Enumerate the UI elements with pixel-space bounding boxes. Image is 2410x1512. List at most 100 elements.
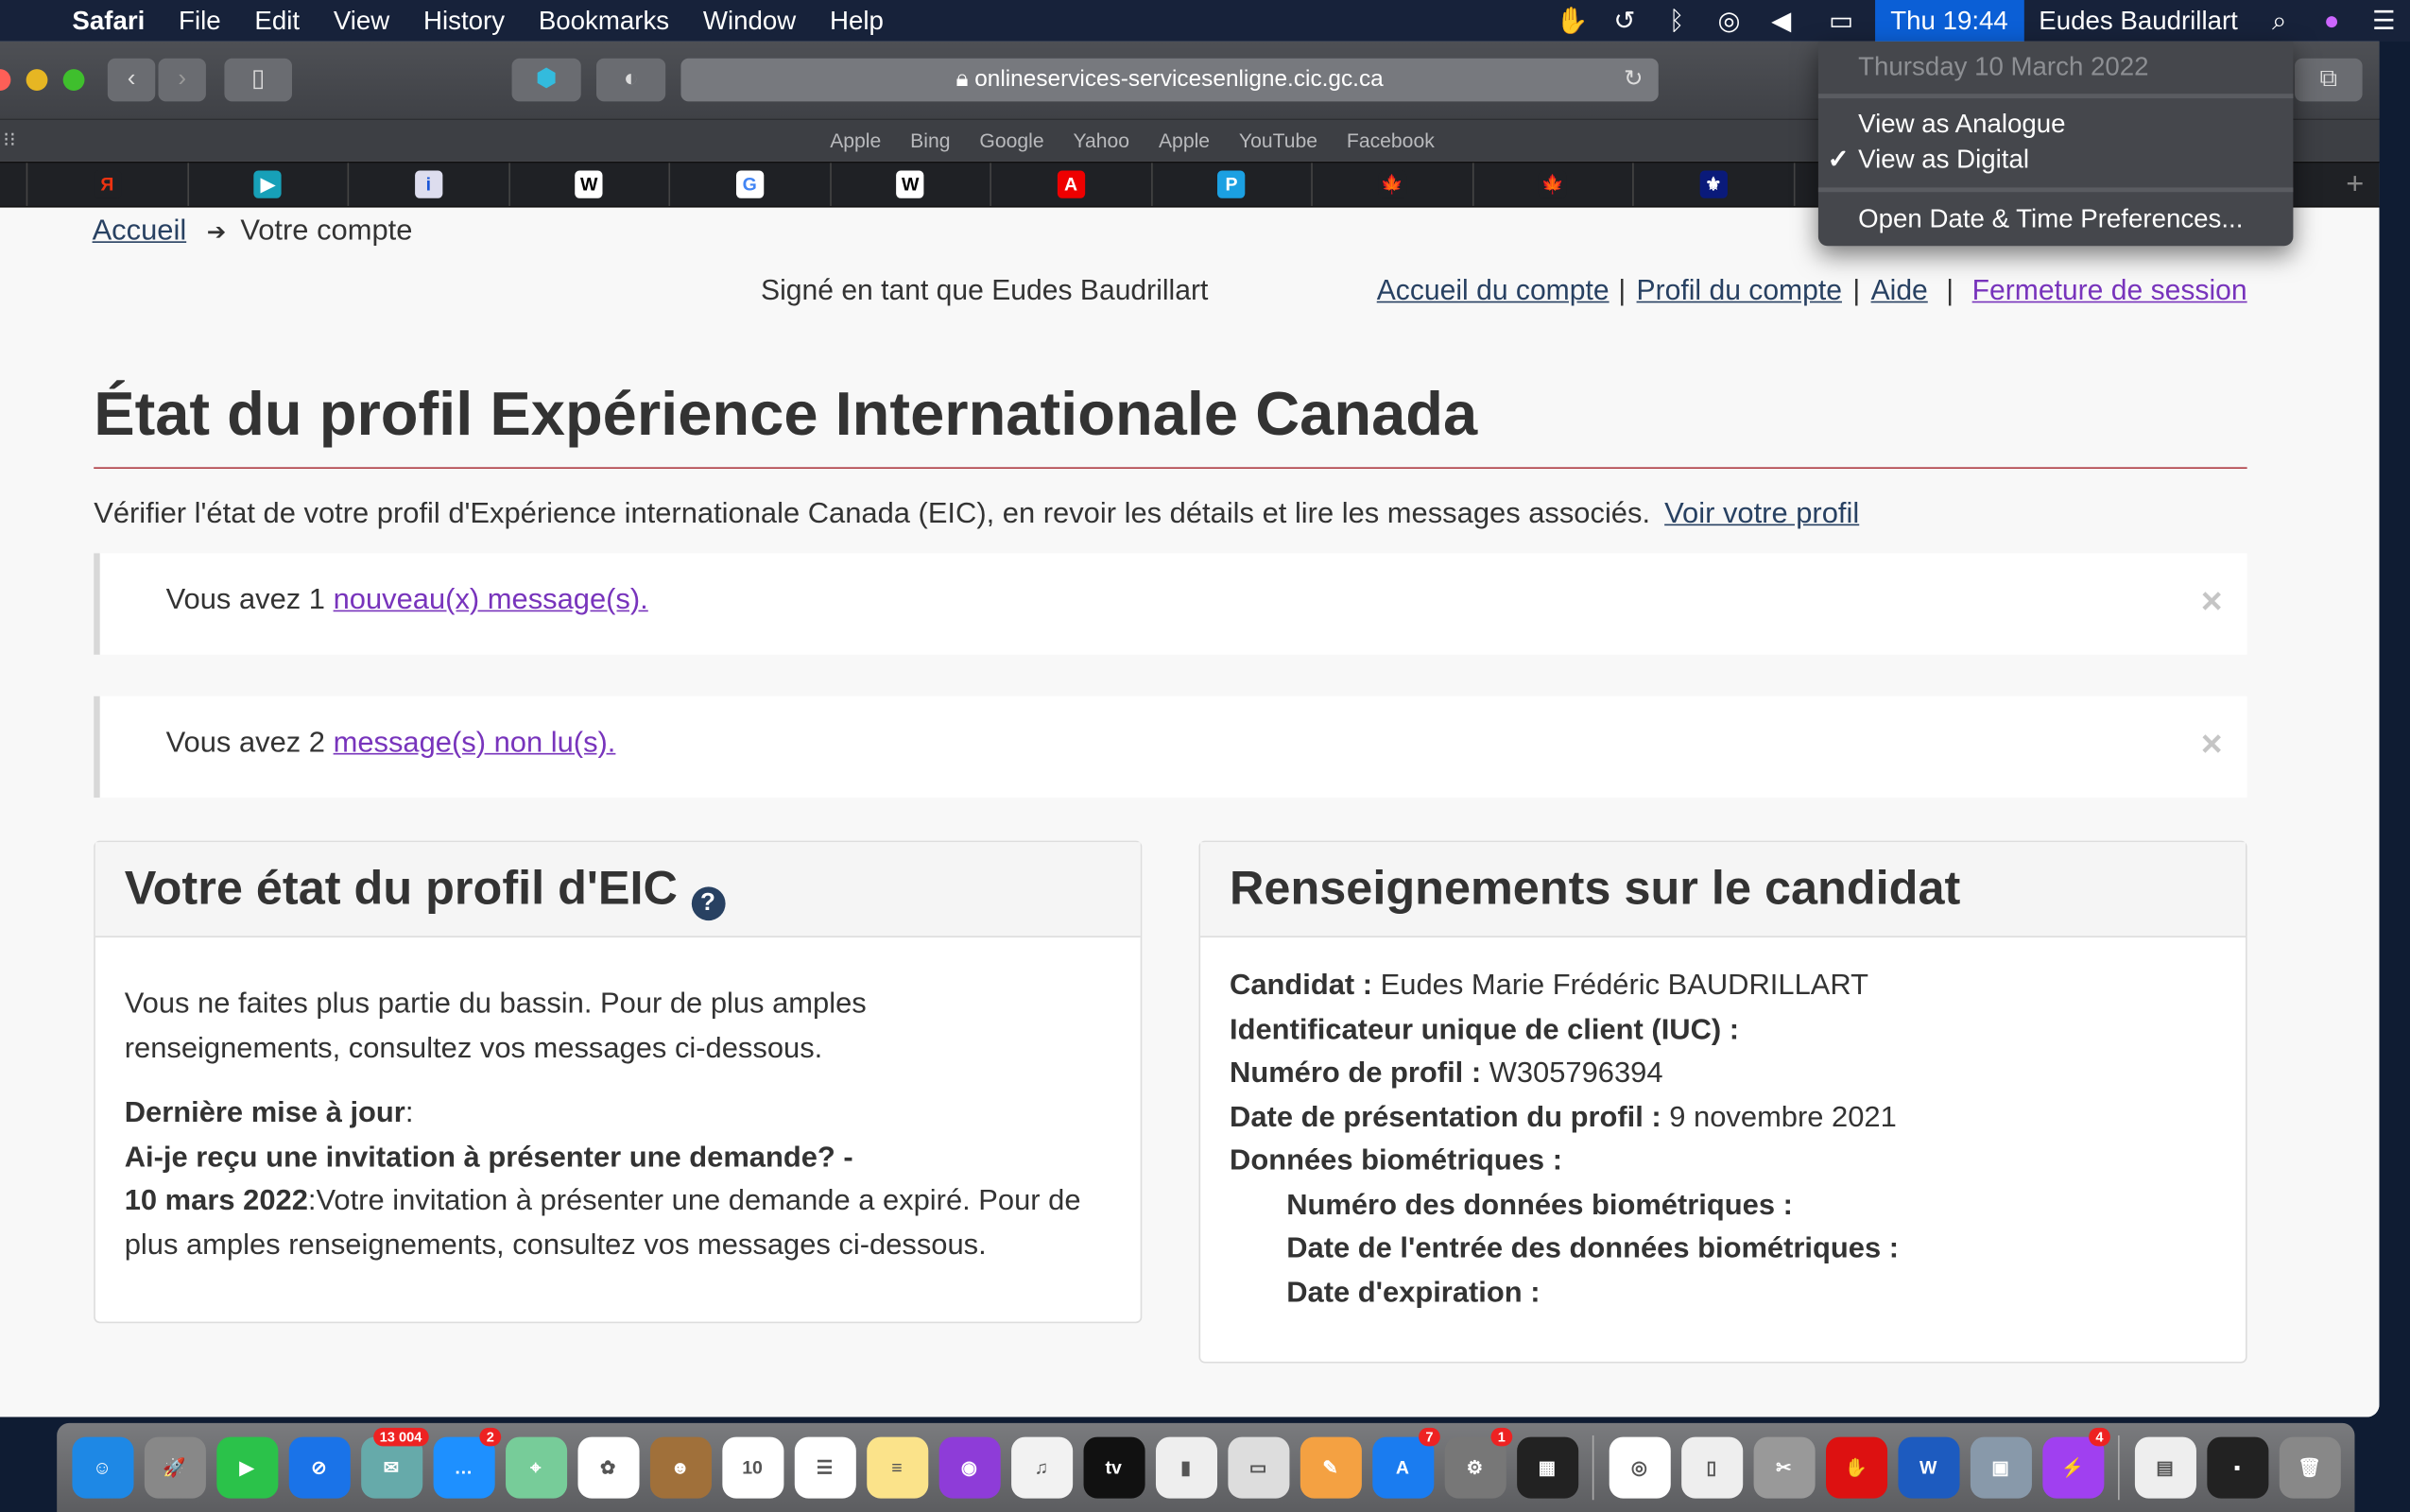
- dock-facetime-icon[interactable]: ▶: [215, 1436, 278, 1499]
- dock-word-icon[interactable]: W: [1897, 1436, 1959, 1499]
- tab[interactable]: 🍁: [1313, 163, 1473, 206]
- favorite-link[interactable]: Apple: [1159, 129, 1210, 152]
- favicon-icon: P: [1217, 170, 1246, 198]
- menu-help[interactable]: Help: [813, 6, 901, 37]
- forward-button[interactable]: ›: [158, 58, 206, 102]
- sidebar-icon[interactable]: ▯: [224, 58, 292, 102]
- back-button[interactable]: ‹: [107, 58, 156, 102]
- favorite-link[interactable]: Apple: [830, 129, 881, 152]
- url-text: onlineservices-servicesenligne.cic.gc.ca: [974, 65, 1384, 93]
- tab[interactable]: A: [991, 163, 1152, 206]
- dock-glyph: ⚙: [1466, 1456, 1484, 1479]
- grid-icon[interactable]: ⁝⁝: [3, 128, 15, 152]
- menu-window[interactable]: Window: [686, 6, 813, 37]
- menu-item-view-digital[interactable]: View as Digital: [1858, 145, 2029, 176]
- menu-edit[interactable]: Edit: [238, 6, 317, 37]
- dock-chrome-icon[interactable]: ◎: [1608, 1436, 1670, 1499]
- dock-app-store-icon[interactable]: A7: [1371, 1427, 1440, 1499]
- favorite-link[interactable]: Google: [979, 129, 1043, 152]
- menu-bookmarks[interactable]: Bookmarks: [522, 6, 686, 37]
- siri-icon[interactable]: ●: [2305, 6, 2357, 37]
- tab[interactable]: ⚜: [1634, 163, 1795, 206]
- dock-adblock-icon[interactable]: ✋: [1825, 1436, 1887, 1499]
- dock-system-preferences-icon[interactable]: ⚙ 1: [1443, 1427, 1512, 1499]
- dock-contacts-icon[interactable]: ☻: [649, 1436, 712, 1499]
- dock-finder-icon[interactable]: ☺: [71, 1436, 133, 1499]
- battery-icon[interactable]: ▭: [1807, 6, 1875, 37]
- tab[interactable]: G: [670, 163, 832, 206]
- dock-document-icon[interactable]: ▤: [2134, 1436, 2196, 1499]
- menu-history[interactable]: History: [406, 6, 522, 37]
- favorite-link[interactable]: YouTube: [1239, 129, 1317, 152]
- notification-center-icon[interactable]: ☰: [2358, 6, 2410, 37]
- spotlight-search-icon[interactable]: ⌕: [2253, 6, 2305, 37]
- dock-tv-icon[interactable]: tv: [1082, 1436, 1145, 1499]
- close-icon[interactable]: ×: [2201, 581, 2223, 625]
- account-home-link[interactable]: Accueil du compte: [1377, 273, 1610, 307]
- bluetooth-icon[interactable]: ᛒ: [1651, 6, 1703, 37]
- favicon-icon: W: [575, 170, 603, 198]
- help-icon[interactable]: ?: [691, 886, 725, 921]
- dock-maps-icon[interactable]: ⌖: [505, 1436, 567, 1499]
- minimize-window-button[interactable]: [26, 69, 48, 91]
- dock-launchpad-icon[interactable]: 🚀: [144, 1436, 206, 1499]
- tab[interactable]: W: [509, 163, 671, 206]
- menu-item-date-time-preferences[interactable]: Open Date & Time Preferences...: [1858, 204, 2243, 235]
- unread-messages-link[interactable]: message(s) non lu(s).: [334, 727, 616, 759]
- close-icon[interactable]: ×: [2201, 724, 2223, 767]
- time-machine-icon[interactable]: ↺: [1598, 6, 1650, 37]
- dock-messages-icon[interactable]: … 2: [432, 1427, 501, 1499]
- adblock-status-icon[interactable]: ✋: [1546, 6, 1598, 37]
- dock-reminders-icon[interactable]: ☰: [793, 1436, 856, 1499]
- dock-screenshot-icon[interactable]: ▪: [2206, 1436, 2268, 1499]
- dock-safari-icon[interactable]: ⊘: [287, 1436, 350, 1499]
- menu-safari[interactable]: Safari: [56, 6, 163, 37]
- privacy-shield-icon[interactable]: ◐: [595, 58, 666, 102]
- notification-badge: 7: [1419, 1427, 1440, 1447]
- dock-messenger-icon[interactable]: ⚡ 4: [2041, 1427, 2110, 1499]
- address-bar[interactable]: 🔒︎ onlineservices-servicesenligne.cic.gc…: [680, 58, 1659, 102]
- dock-podcasts-icon[interactable]: ◉: [938, 1436, 1000, 1499]
- wifi-icon[interactable]: ◎: [1703, 6, 1755, 37]
- favorite-link[interactable]: Facebook: [1347, 129, 1435, 152]
- favorite-link[interactable]: Yahoo: [1073, 129, 1129, 152]
- tab[interactable]: ▶: [188, 163, 350, 206]
- tab[interactable]: Я: [27, 163, 189, 206]
- close-window-button[interactable]: [0, 69, 11, 91]
- reload-icon[interactable]: ↻: [1624, 59, 1643, 102]
- breadcrumb-home-link[interactable]: Accueil: [93, 215, 187, 248]
- dock-keynote-icon[interactable]: ▭: [1227, 1436, 1289, 1499]
- dock-textedit-icon[interactable]: ▯: [1680, 1436, 1743, 1499]
- dock-calendar-icon[interactable]: 10: [721, 1436, 783, 1499]
- zoom-window-button[interactable]: [62, 69, 85, 91]
- dock-music-icon[interactable]: ♫: [1010, 1436, 1073, 1499]
- menu-item-view-analogue[interactable]: View as Analogue: [1858, 109, 2065, 140]
- dock-activity-monitor-icon[interactable]: ▦: [1516, 1436, 1578, 1499]
- tab[interactable]: W: [831, 163, 991, 206]
- tab[interactable]: P: [1152, 163, 1313, 206]
- dock-preview-icon[interactable]: ✉ 13 004: [360, 1427, 428, 1499]
- dock-notes-icon[interactable]: ≡: [866, 1436, 928, 1499]
- logout-link[interactable]: Fermeture de session: [1972, 273, 2247, 307]
- favorite-link[interactable]: Bing: [910, 129, 950, 152]
- menu-view[interactable]: View: [317, 6, 406, 37]
- menu-user[interactable]: Eudes Baudrillart: [2023, 6, 2253, 37]
- tab-overview-icon[interactable]: ⧉: [2295, 58, 2363, 102]
- menu-clock[interactable]: Thu 19:44: [1875, 0, 2024, 42]
- dock-trash-icon[interactable]: 🗑: [2278, 1436, 2341, 1499]
- dock-image-capture-icon[interactable]: ▣: [1970, 1436, 2032, 1499]
- new-messages-link[interactable]: nouveau(x) message(s).: [334, 584, 648, 616]
- help-link[interactable]: Aide: [1871, 273, 1928, 307]
- account-profile-link[interactable]: Profil du compte: [1637, 273, 1842, 307]
- menu-file[interactable]: File: [162, 6, 237, 37]
- view-profile-link[interactable]: Voir votre profil: [1664, 498, 1859, 530]
- adblock-extension-icon[interactable]: ⬢: [511, 58, 581, 102]
- volume-icon[interactable]: ◀: [1755, 6, 1807, 37]
- tab[interactable]: [0, 163, 28, 206]
- dock-photos-icon[interactable]: ✿: [577, 1436, 639, 1499]
- dock-pages-icon[interactable]: ✎: [1300, 1436, 1362, 1499]
- tab[interactable]: 🍁: [1473, 163, 1634, 206]
- tab[interactable]: i: [349, 163, 510, 206]
- dock-numbers-icon[interactable]: ▮: [1155, 1436, 1217, 1499]
- dock-utilities-icon[interactable]: ✂: [1752, 1436, 1815, 1499]
